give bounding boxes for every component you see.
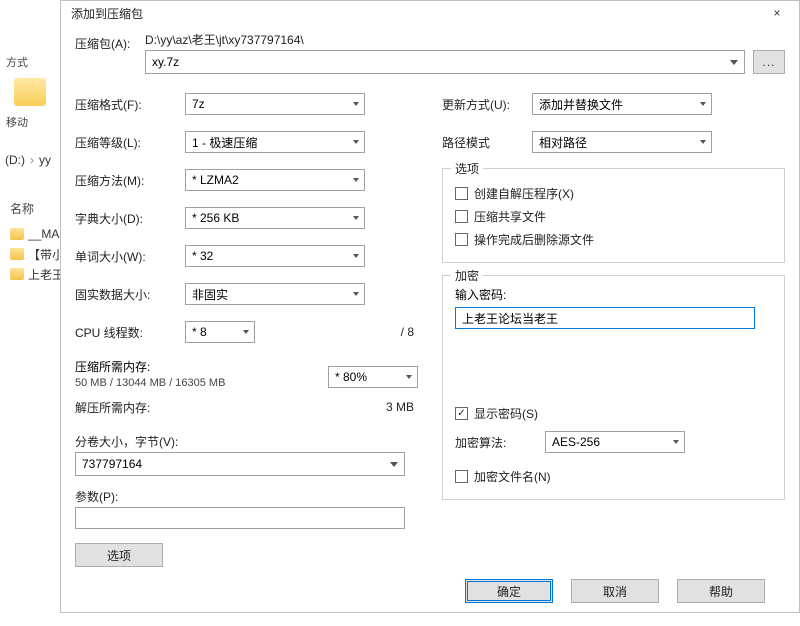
cpu-combo[interactable]: * 8 — [185, 321, 255, 343]
list-item-label: 【带小 — [28, 246, 64, 263]
column-header-name[interactable]: 名称 — [10, 200, 34, 217]
checkbox-show-password[interactable]: ✓显示密码(S) — [455, 405, 772, 422]
enc-method-label: 加密算法: — [455, 434, 545, 451]
checkbox-encrypt-names[interactable]: 加密文件名(N) — [455, 468, 772, 485]
browse-button[interactable]: ... — [753, 50, 785, 74]
checkbox-shared[interactable]: 压缩共享文件 — [455, 208, 772, 225]
close-button[interactable]: × — [759, 1, 795, 25]
archive-label: 压缩包(A): — [75, 31, 135, 52]
checkbox-icon — [455, 187, 468, 200]
mem-comp-combo[interactable]: * 80% — [328, 366, 418, 388]
archive-filename-combo[interactable]: xy.7z — [145, 50, 745, 74]
update-label: 更新方式(U): — [442, 96, 532, 113]
update-combo[interactable]: 添加并替换文件 — [532, 93, 712, 115]
format-label: 压缩格式(F): — [75, 96, 185, 113]
folder-icon — [10, 228, 24, 240]
archive-filename-value: xy.7z — [152, 55, 179, 69]
params-input[interactable] — [75, 507, 405, 529]
mem-decomp-label: 解压所需内存: — [75, 399, 185, 416]
checkbox-icon: ✓ — [455, 407, 468, 420]
word-combo[interactable]: * 32 — [185, 245, 365, 267]
format-combo[interactable]: 7z — [185, 93, 365, 115]
method-combo[interactable]: * LZMA2 — [185, 169, 365, 191]
enc-method-combo[interactable]: AES-256 — [545, 431, 685, 453]
options-button[interactable]: 选项 — [75, 543, 163, 567]
dict-combo[interactable]: * 256 KB — [185, 207, 365, 229]
bg-shortcut-label: 方式 — [0, 50, 60, 74]
mem-comp-label: 压缩所需内存: — [75, 358, 328, 375]
encryption-group: 加密 输入密码: 上老王论坛当老王 ✓显示密码(S) 加密算法:AES-256 … — [442, 275, 785, 500]
pathmode-label: 路径模式 — [442, 134, 532, 151]
checkbox-delete[interactable]: 操作完成后删除源文件 — [455, 231, 772, 248]
encryption-group-title: 加密 — [451, 267, 483, 284]
options-group-title: 选项 — [451, 160, 483, 177]
checkbox-icon — [455, 210, 468, 223]
solid-label: 固实数据大小: — [75, 286, 185, 303]
method-label: 压缩方法(M): — [75, 172, 185, 189]
checkbox-icon — [455, 470, 468, 483]
dialog-title: 添加到压缩包 — [71, 5, 143, 22]
params-label: 参数(P): — [75, 488, 418, 505]
list-item-label: 上老王 — [28, 266, 64, 283]
breadcrumb-seg-yy[interactable]: yy — [34, 150, 56, 170]
list-item-label: __MA — [28, 227, 59, 241]
folder-icon — [14, 78, 46, 106]
archive-path: D:\yy\az\老王\jt\xy737797164\ — [145, 31, 785, 48]
checkbox-icon — [455, 233, 468, 246]
pathmode-combo[interactable]: 相对路径 — [532, 131, 712, 153]
help-button[interactable]: 帮助 — [677, 579, 765, 603]
level-combo[interactable]: 1 - 极速压缩 — [185, 131, 365, 153]
split-label: 分卷大小，字节(V): — [75, 433, 418, 450]
folder-icon — [10, 268, 24, 280]
password-input[interactable]: 上老王论坛当老王 — [455, 307, 755, 329]
cpu-label: CPU 线程数: — [75, 324, 185, 341]
options-group: 选项 创建自解压程序(X) 压缩共享文件 操作完成后删除源文件 — [442, 168, 785, 263]
breadcrumb-seg-d[interactable]: (D:) — [0, 150, 30, 170]
mem-comp-text: 50 MB / 13044 MB / 16305 MB — [75, 377, 328, 389]
checkbox-sfx[interactable]: 创建自解压程序(X) — [455, 185, 772, 202]
dict-label: 字典大小(D): — [75, 210, 185, 227]
cancel-button[interactable]: 取消 — [571, 579, 659, 603]
solid-combo[interactable]: 非固实 — [185, 283, 365, 305]
split-combo[interactable]: 737797164 — [75, 452, 405, 476]
close-icon: × — [773, 6, 780, 20]
bg-move-label: 移动 — [0, 110, 60, 134]
mem-decomp-value: 3 MB — [185, 400, 418, 414]
word-label: 单词大小(W): — [75, 248, 185, 265]
password-label: 输入密码: — [455, 286, 772, 303]
level-label: 压缩等级(L): — [75, 134, 185, 151]
add-to-archive-dialog: 添加到压缩包 × 压缩包(A): D:\yy\az\老王\jt\xy737797… — [60, 0, 800, 613]
cpu-total: / 8 — [255, 325, 418, 339]
ok-button[interactable]: 确定 — [465, 579, 553, 603]
folder-icon — [10, 248, 24, 260]
titlebar: 添加到压缩包 × — [61, 1, 799, 25]
